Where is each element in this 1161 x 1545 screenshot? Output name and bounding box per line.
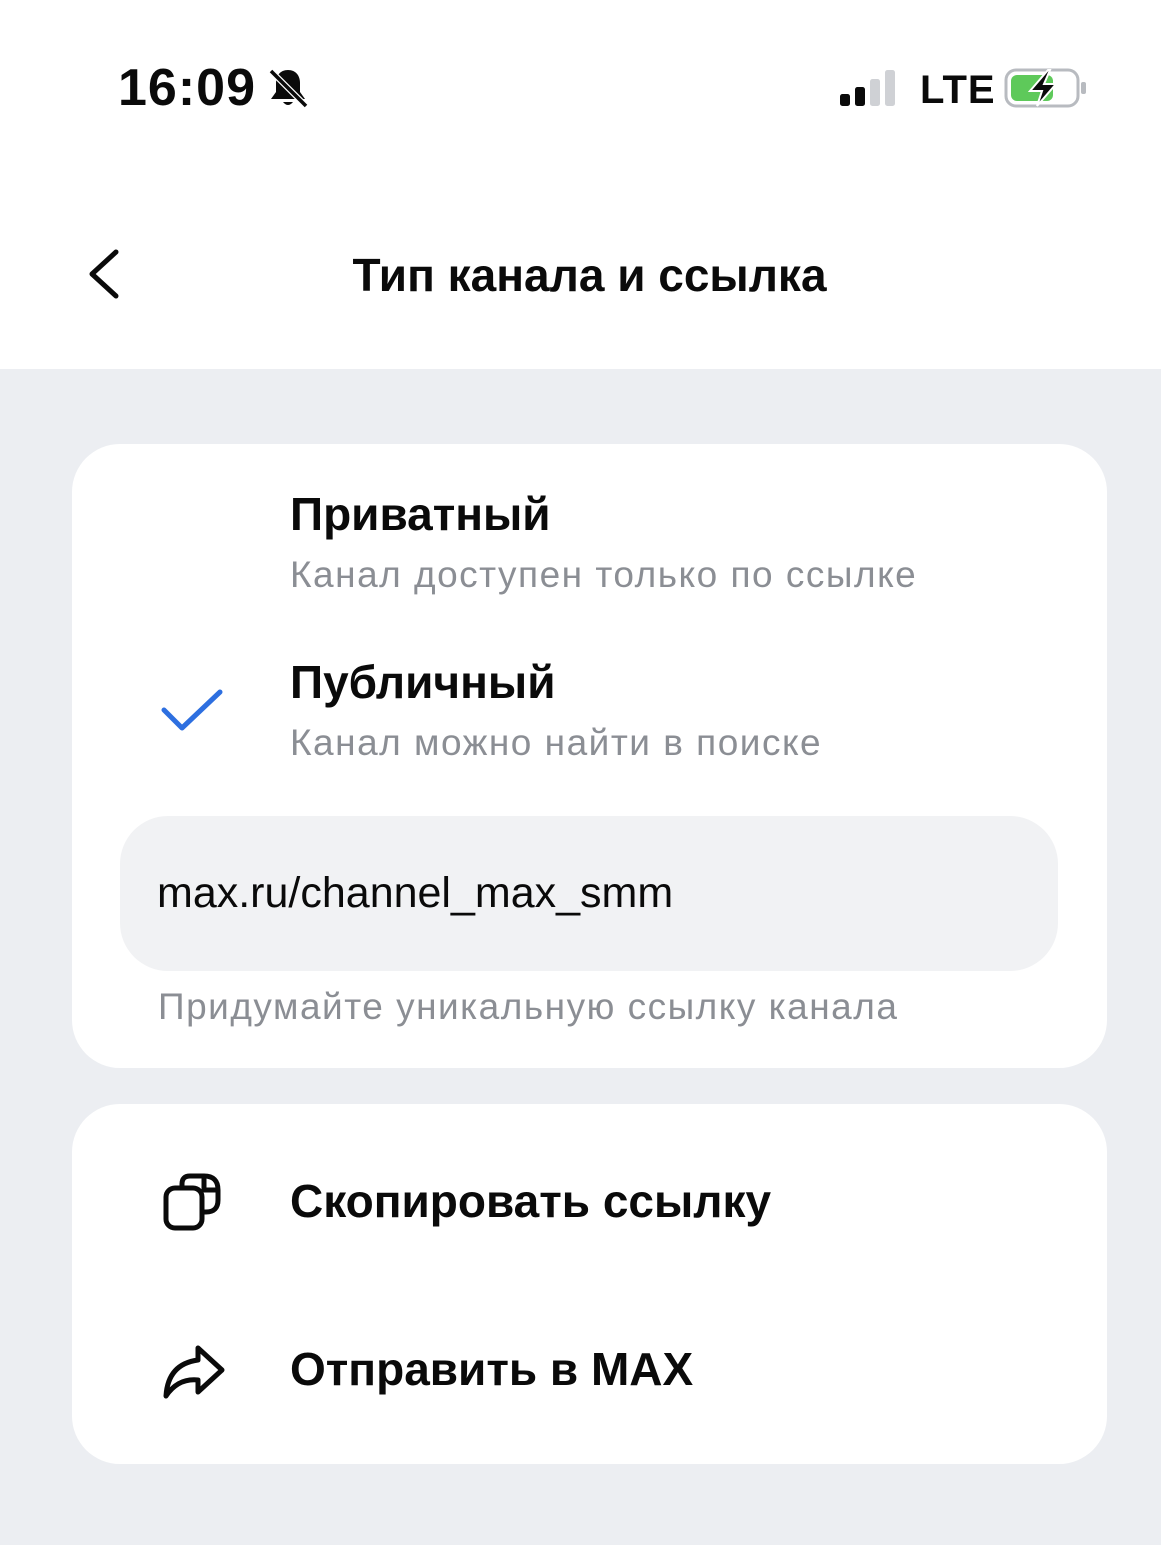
send-to-max-button[interactable]: Отправить в MAX bbox=[72, 1294, 1107, 1444]
option-private[interactable]: Приватный Канал доступен только по ссылк… bbox=[72, 472, 1107, 622]
copy-icon bbox=[163, 1173, 221, 1231]
channel-type-card: Приватный Канал доступен только по ссылк… bbox=[72, 444, 1107, 1068]
link-hint: Придумайте уникальную ссылку канала bbox=[158, 986, 899, 1027]
copy-link-label: Скопировать ссылку bbox=[290, 1175, 772, 1227]
signal-icon bbox=[840, 70, 895, 106]
link-actions-card: Скопировать ссылку Отправить в MAX bbox=[72, 1104, 1107, 1464]
send-to-max-label: Отправить в MAX bbox=[290, 1343, 694, 1395]
channel-link-input[interactable] bbox=[120, 816, 1058, 971]
page-title: Тип канала и ссылка bbox=[352, 249, 827, 301]
network-type: LTE bbox=[920, 68, 996, 112]
option-private-title: Приватный bbox=[290, 488, 551, 540]
checkmark-icon bbox=[161, 689, 223, 731]
header-area: 16:09 LTE Тип канала и ссылка bbox=[0, 0, 1161, 369]
option-private-subtitle: Канал доступен только по ссылке bbox=[290, 554, 918, 595]
bell-muted-icon bbox=[268, 68, 309, 109]
option-public-title: Публичный bbox=[290, 656, 556, 708]
status-time: 16:09 bbox=[118, 59, 256, 117]
option-public-subtitle: Канал можно найти в поиске bbox=[290, 722, 823, 763]
battery-charging-icon bbox=[1004, 68, 1086, 108]
option-public[interactable]: Публичный Канал можно найти в поиске bbox=[72, 640, 1107, 790]
copy-link-button[interactable]: Скопировать ссылку bbox=[72, 1126, 1107, 1276]
share-arrow-icon bbox=[163, 1345, 225, 1399]
